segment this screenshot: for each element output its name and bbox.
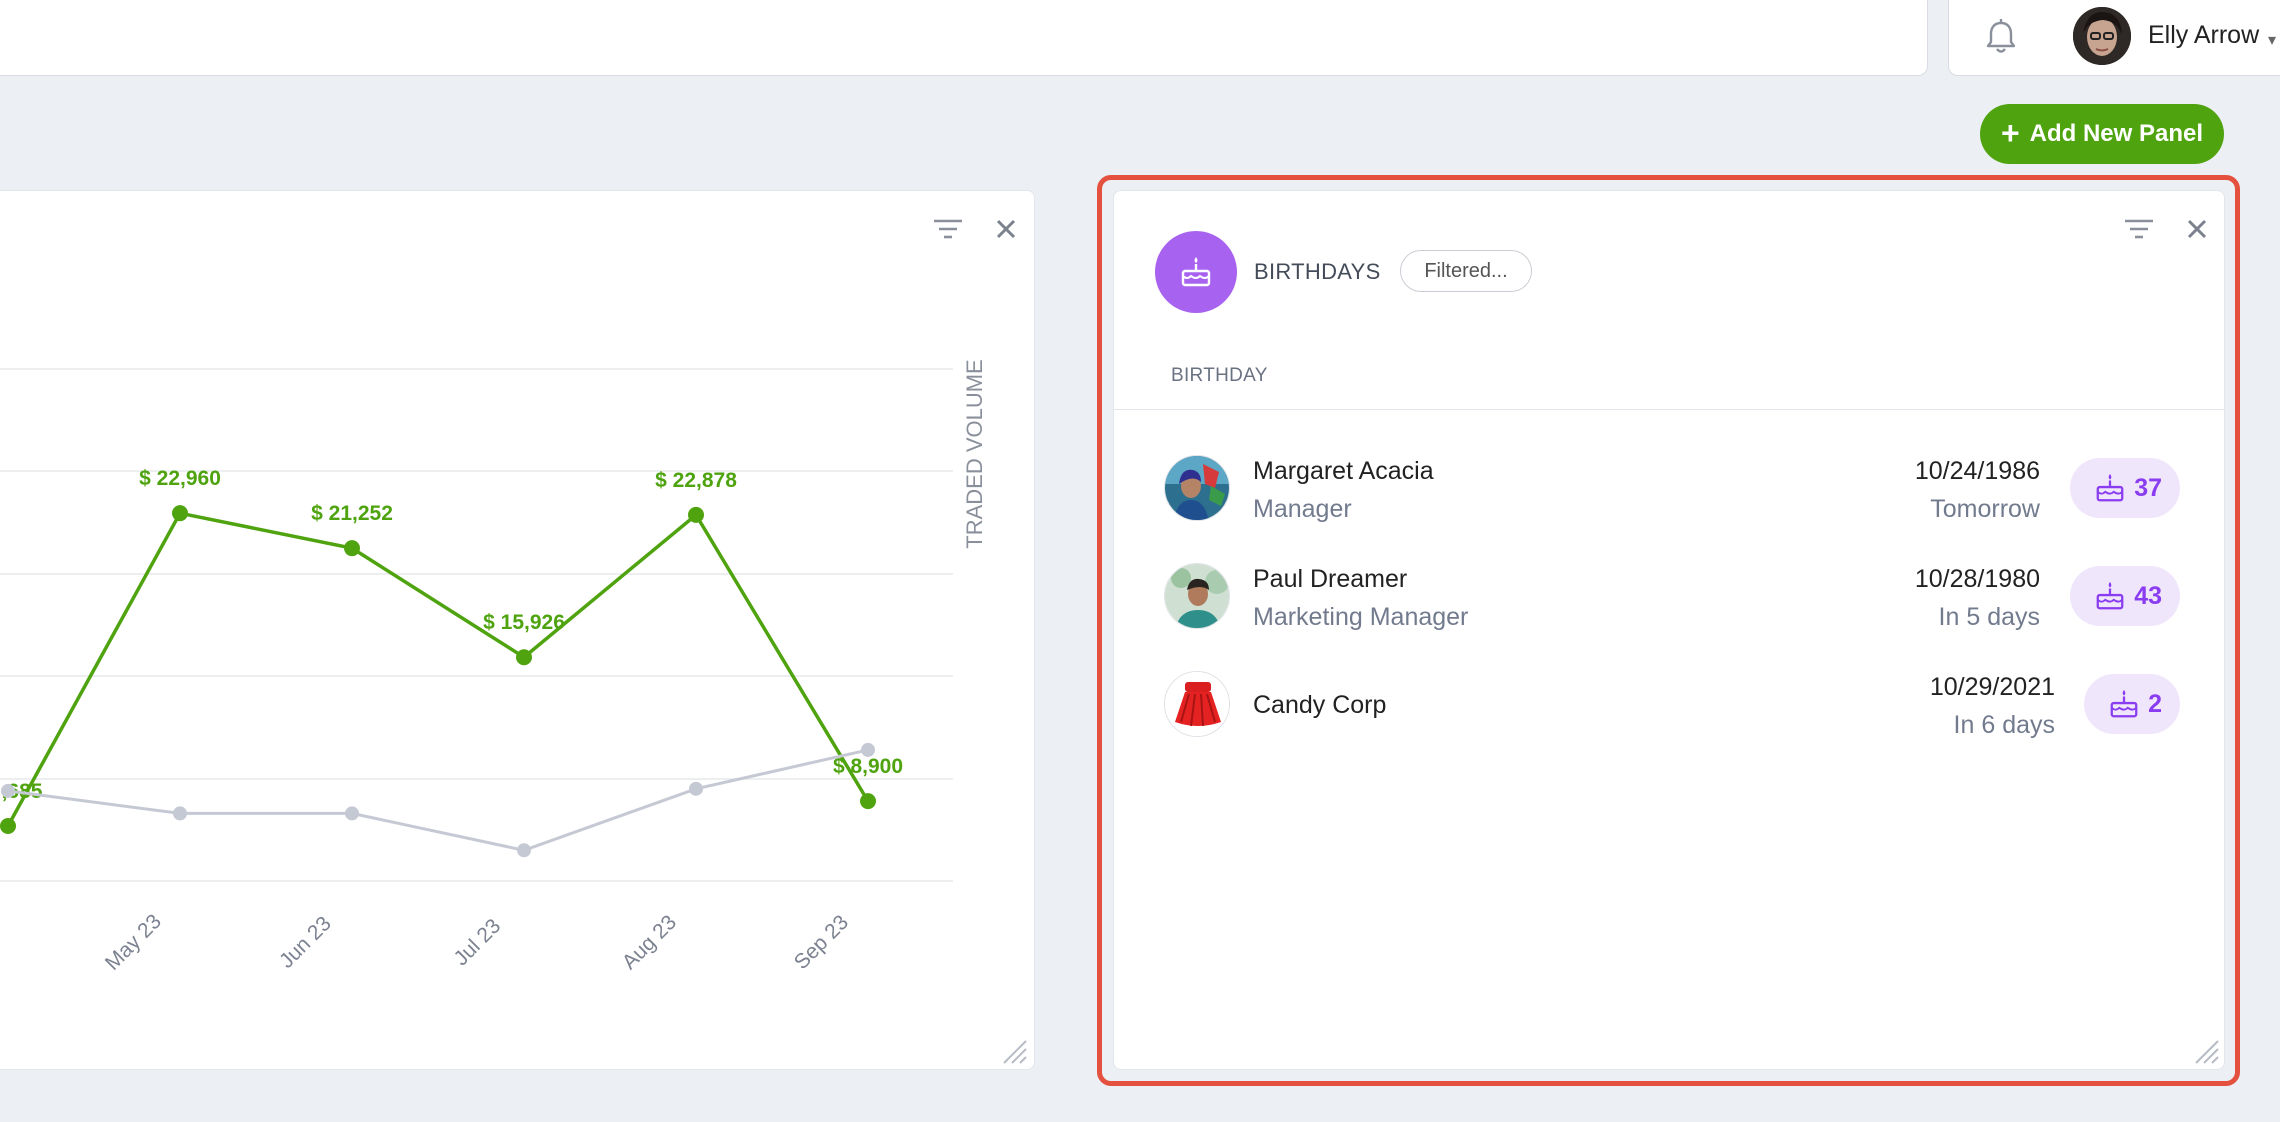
person-name[interactable]: Paul Dreamer <box>1253 565 1407 594</box>
top-search-bar <box>0 0 1928 76</box>
divider <box>1114 409 2224 410</box>
close-icon[interactable] <box>2181 215 2213 243</box>
birthday-relative: In 6 days <box>1953 711 2055 739</box>
birthday-date: 10/29/2021 <box>1929 673 2055 701</box>
x-tick-label: May 23 <box>101 910 166 975</box>
bell-icon[interactable] <box>1984 17 2018 57</box>
avatar <box>1164 671 1230 737</box>
data-point <box>0 818 16 835</box>
x-tick-label: Jul 23 <box>449 914 505 970</box>
data-label: $ 22,878 <box>655 469 737 492</box>
panel-title: BIRTHDAYS <box>1254 259 1381 284</box>
data-point <box>344 540 360 557</box>
birthday-relative: Tomorrow <box>1930 495 2040 523</box>
person-role: Manager <box>1253 495 1352 523</box>
data-point <box>860 793 876 810</box>
cake-icon <box>2096 473 2124 502</box>
cake-icon <box>1181 257 1211 287</box>
filter-icon[interactable] <box>2123 215 2155 243</box>
data-label: $ 21,252 <box>311 502 393 525</box>
line-chart: TRADED VOLUME,685$ 22,960$ 21,252$ 15,92… <box>0 359 987 975</box>
data-point <box>173 806 187 821</box>
data-label: $ 8,900 <box>833 755 903 778</box>
axis-label-traded-volume: TRADED VOLUME <box>962 359 987 548</box>
list-item[interactable]: Candy Corp 10/29/2021 In 6 days 2 <box>1164 669 2180 741</box>
birthday-date: 10/24/1986 <box>1914 457 2040 485</box>
chevron-down-icon[interactable]: ▾ <box>2268 30 2276 50</box>
age-value: 37 <box>2134 473 2162 502</box>
column-header-birthday[interactable]: BIRTHDAY <box>1171 365 1268 387</box>
series-line-secondary <box>7 748 869 852</box>
list-item[interactable]: Margaret Acacia Manager 10/24/1986 Tomor… <box>1164 453 2180 525</box>
data-point <box>345 806 359 821</box>
birthday-date: 10/28/1980 <box>1914 565 2040 593</box>
resize-handle-icon[interactable] <box>2192 1037 2220 1065</box>
data-point <box>1 783 15 798</box>
birthday-cake-badge <box>1155 231 1237 313</box>
x-tick-label: Jun 23 <box>275 912 336 973</box>
age-value: 2 <box>2148 689 2162 718</box>
age-badge: 2 <box>2084 674 2180 734</box>
user-name[interactable]: Elly Arrow <box>2148 21 2259 50</box>
add-new-panel-button[interactable]: + Add New Panel <box>1980 104 2224 164</box>
person-name[interactable]: Margaret Acacia <box>1253 457 1434 486</box>
plus-icon: + <box>2000 114 2020 151</box>
age-badge: 43 <box>2070 566 2180 626</box>
data-point <box>172 505 188 522</box>
avatar[interactable] <box>2073 7 2131 65</box>
avatar <box>1164 563 1230 629</box>
birthdays-panel: BIRTHDAYS Filtered... BIRTHDAY Margaret … <box>1113 190 2225 1070</box>
company-name[interactable]: Candy Corp <box>1253 691 1386 720</box>
age-value: 43 <box>2134 581 2162 610</box>
list-item[interactable]: Paul Dreamer Marketing Manager 10/28/198… <box>1164 561 2180 633</box>
data-label: $ 22,960 <box>139 467 221 490</box>
x-tick-label: Aug 23 <box>618 911 681 974</box>
data-point <box>689 781 703 796</box>
cake-icon <box>2096 581 2124 610</box>
avatar <box>1164 455 1230 521</box>
data-label: $ 15,926 <box>483 611 565 634</box>
filter-chip[interactable]: Filtered... <box>1400 250 1532 292</box>
cake-icon <box>2110 689 2138 718</box>
birthday-relative: In 5 days <box>1938 603 2040 631</box>
person-role: Marketing Manager <box>1253 603 1469 631</box>
data-point <box>517 843 531 858</box>
add-new-panel-label: Add New Panel <box>2029 120 2204 147</box>
chart-panel: TRADED VOLUME ,685 $ 22,960 $ 21,252 $ 15,92… <box>0 190 1035 1070</box>
data-point <box>516 649 532 666</box>
x-tick-label: Sep 23 <box>790 911 853 974</box>
resize-handle-icon[interactable] <box>1000 1037 1028 1065</box>
data-point <box>861 742 875 757</box>
data-point <box>688 506 704 523</box>
age-badge: 37 <box>2070 458 2180 518</box>
